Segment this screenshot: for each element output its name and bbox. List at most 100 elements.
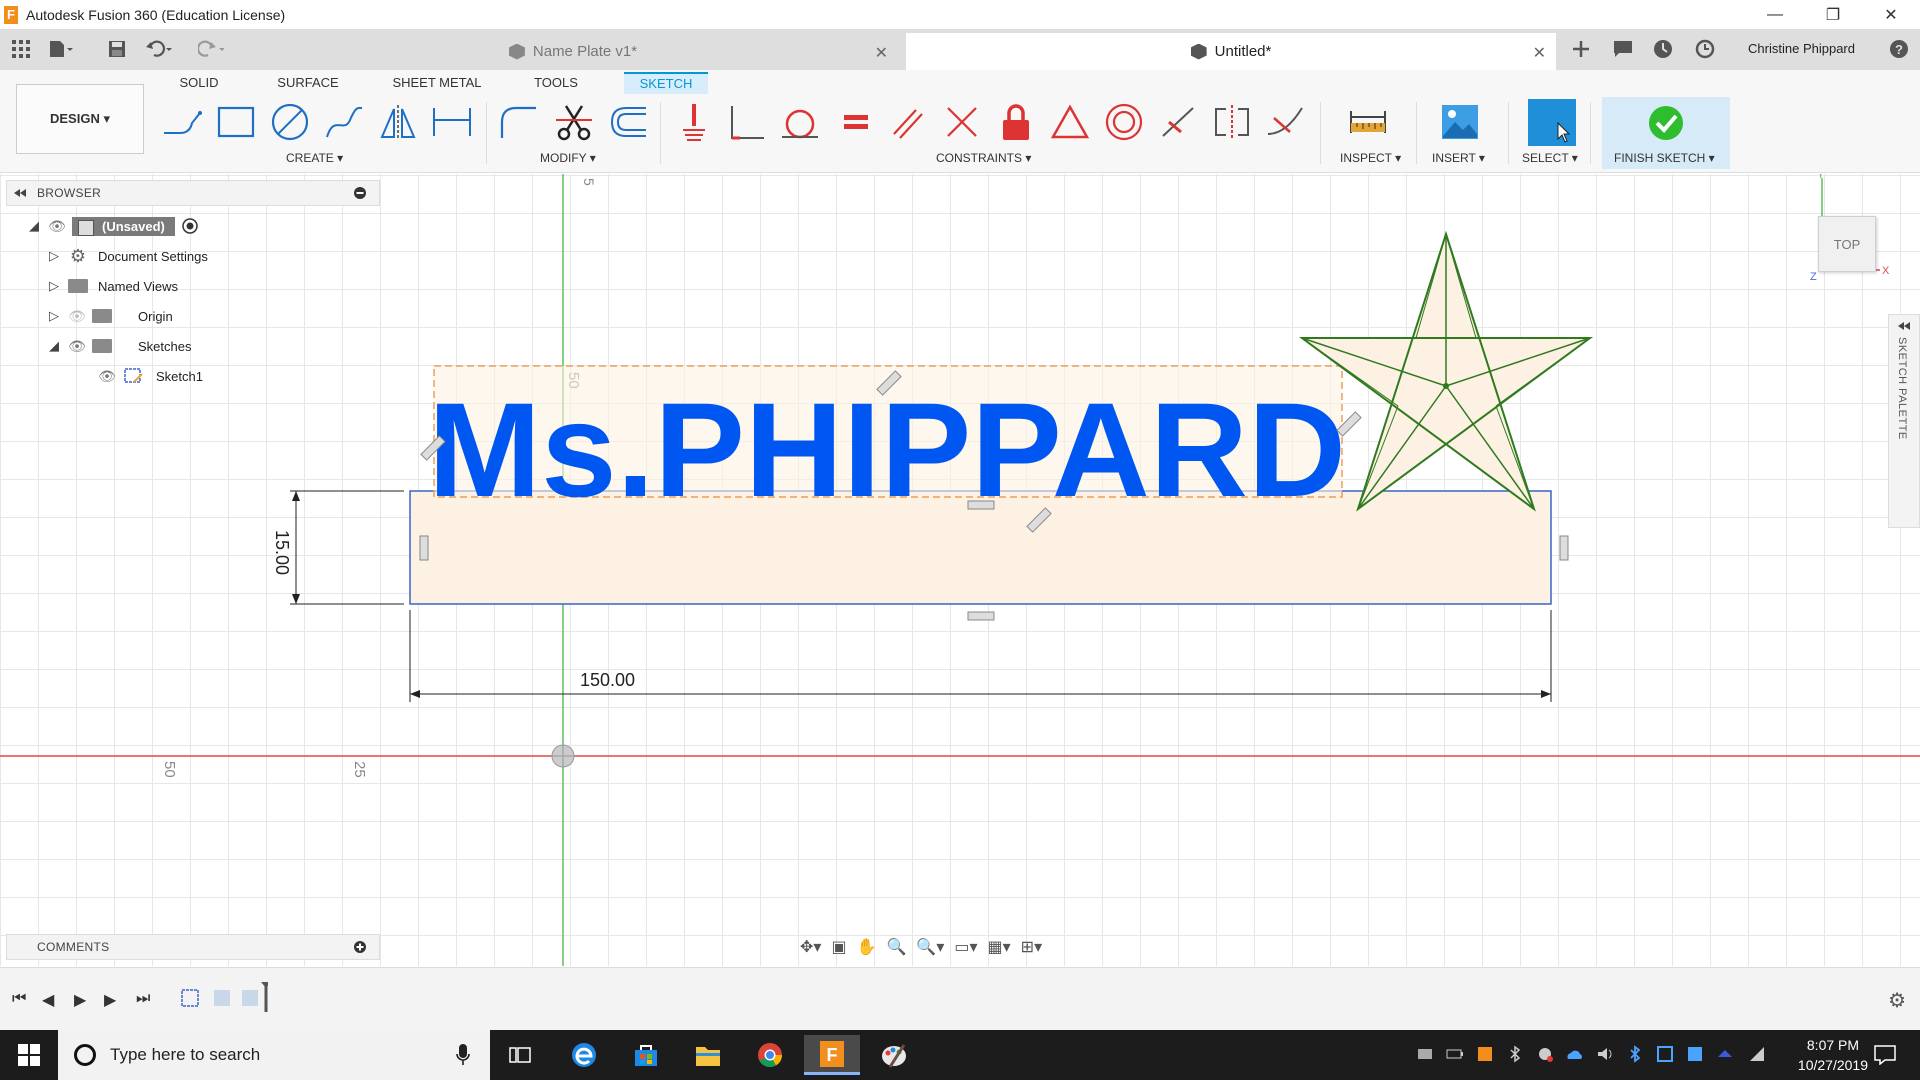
- undo-icon[interactable]: [146, 37, 172, 61]
- tray-app3-icon[interactable]: [1716, 1045, 1734, 1063]
- grid-settings-icon[interactable]: ▦▾: [988, 937, 1011, 957]
- taskbar-clock[interactable]: 8:07 PM 10/27/2019: [1798, 1035, 1868, 1075]
- fusion360-taskbar-icon[interactable]: F: [804, 1035, 860, 1075]
- tree-root-unsaved[interactable]: ◢ 👁 (Unsaved): [26, 215, 199, 237]
- tray-bluetooth-icon[interactable]: [1626, 1045, 1644, 1063]
- close-window-button[interactable]: ✕: [1862, 0, 1920, 29]
- task-view-icon[interactable]: [492, 1035, 548, 1075]
- spline-tool-icon[interactable]: [322, 100, 366, 144]
- minimize-button[interactable]: —: [1746, 0, 1804, 29]
- insert-image-icon[interactable]: [1438, 100, 1482, 144]
- visibility-eye-icon[interactable]: 👁: [68, 338, 86, 355]
- tray-app2-icon[interactable]: [1656, 1045, 1674, 1063]
- tab-tools[interactable]: TOOLS: [526, 72, 586, 94]
- midpoint-constraint-icon[interactable]: [1156, 100, 1200, 144]
- fillet-tool-icon[interactable]: [496, 100, 540, 144]
- fix-constraint-icon[interactable]: [672, 100, 716, 144]
- mirror-tool-icon[interactable]: [376, 100, 420, 144]
- file-explorer-icon[interactable]: [680, 1035, 736, 1075]
- expand-triangle-icon[interactable]: ▷: [46, 248, 62, 264]
- select-tool-icon[interactable]: [1528, 99, 1576, 146]
- tab-sheet-metal[interactable]: SHEET METAL: [386, 72, 488, 94]
- finish-sketch-button[interactable]: FINISH SKETCH ▾: [1602, 97, 1730, 169]
- offset-tool-icon[interactable]: [606, 100, 650, 144]
- symmetry-constraint-icon[interactable]: [1210, 100, 1254, 144]
- height-dimension[interactable]: [290, 490, 404, 605]
- comments-panel-header[interactable]: COMMENTS: [6, 934, 380, 960]
- action-center-icon[interactable]: [1874, 1045, 1896, 1066]
- sketch-canvas[interactable]: 5 50 25 50 25 Ms.PHIPPARD: [0, 174, 1920, 966]
- constraints-menu[interactable]: CONSTRAINTS ▾: [936, 151, 1031, 165]
- tree-item-document-settings[interactable]: ▷ ⚙ Document Settings: [46, 245, 208, 267]
- step-back-icon[interactable]: ◀: [42, 990, 54, 1010]
- tree-item-sketch1[interactable]: 👁 Sketch1: [98, 365, 203, 387]
- parallel-constraint-icon[interactable]: [886, 100, 930, 144]
- height-dimension-value[interactable]: 15.00: [272, 530, 292, 575]
- tree-item-named-views[interactable]: ▷ Named Views: [46, 275, 178, 297]
- job-status-icon[interactable]: [1650, 37, 1676, 61]
- visibility-eye-icon[interactable]: 👁: [48, 218, 66, 235]
- redo-icon[interactable]: [198, 37, 224, 61]
- concentric-constraint-icon[interactable]: [1102, 100, 1146, 144]
- tree-item-origin[interactable]: ▷ 👁 Origin: [46, 305, 173, 327]
- help-icon[interactable]: ?: [1886, 37, 1912, 61]
- dimension-tool-icon[interactable]: [430, 100, 474, 144]
- minus-circle-icon[interactable]: [353, 186, 367, 200]
- expand-icon[interactable]: [1897, 321, 1911, 331]
- tray-fusion-icon[interactable]: [1476, 1045, 1494, 1063]
- sketch-text[interactable]: Ms.PHIPPARD: [428, 376, 1346, 525]
- file-menu-icon[interactable]: [48, 37, 74, 61]
- tab-close-icon[interactable]: ✕: [1533, 43, 1546, 63]
- play-icon[interactable]: ▶: [74, 990, 86, 1010]
- collapse-triangle-icon[interactable]: ◢: [46, 338, 62, 354]
- data-panel-grid-icon[interactable]: [8, 37, 34, 61]
- view-cube[interactable]: TOP: [1818, 216, 1876, 272]
- zoom-icon[interactable]: 🔍: [886, 937, 906, 957]
- look-at-icon[interactable]: ▣: [831, 937, 846, 957]
- edge-browser-icon[interactable]: [556, 1035, 612, 1075]
- trim-scissors-icon[interactable]: [552, 100, 596, 144]
- triangle-constraint-icon[interactable]: [1048, 100, 1092, 144]
- tab-close-icon[interactable]: ✕: [875, 43, 888, 63]
- pan-hand-icon[interactable]: ✋: [857, 937, 877, 957]
- maximize-button[interactable]: ❐: [1804, 0, 1862, 29]
- tray-bluetooth-b-icon[interactable]: [1506, 1045, 1524, 1063]
- hidden-eye-icon[interactable]: 👁: [68, 308, 86, 325]
- tray-wifi-icon[interactable]: [1748, 1045, 1766, 1063]
- new-tab-plus-icon[interactable]: [1568, 37, 1594, 61]
- timeline-settings-gear-icon[interactable]: ⚙: [1888, 988, 1906, 1013]
- fit-zoom-icon[interactable]: 🔍▾: [916, 937, 944, 957]
- expand-triangle-icon[interactable]: ▷: [46, 278, 62, 294]
- tab-solid[interactable]: SOLID: [168, 72, 230, 94]
- chrome-icon[interactable]: [742, 1035, 798, 1075]
- store-icon[interactable]: [618, 1035, 674, 1075]
- modify-menu[interactable]: MODIFY ▾: [540, 151, 596, 165]
- inspect-menu[interactable]: INSPECT ▾: [1340, 151, 1401, 165]
- expand-triangle-icon[interactable]: ▷: [46, 308, 62, 324]
- timeline-features[interactable]: [178, 982, 268, 1018]
- tray-onedrive-icon[interactable]: [1566, 1045, 1584, 1063]
- save-icon[interactable]: [104, 37, 130, 61]
- display-settings-icon[interactable]: ▭▾: [954, 937, 977, 957]
- history-clock-icon[interactable]: [1692, 37, 1718, 61]
- tab-name-plate[interactable]: Name Plate v1* ✕: [248, 33, 898, 70]
- taskbar-search-box[interactable]: Type here to search: [58, 1030, 490, 1080]
- tab-surface[interactable]: SURFACE: [268, 72, 348, 94]
- go-to-end-icon[interactable]: ⏭: [136, 990, 150, 1008]
- tray-battery-icon[interactable]: [1446, 1045, 1464, 1063]
- design-workspace-button[interactable]: DESIGN ▾: [16, 84, 144, 154]
- create-menu[interactable]: CREATE ▾: [286, 151, 343, 165]
- curvature-constraint-icon[interactable]: [1264, 100, 1308, 144]
- tab-untitled[interactable]: Untitled* ✕: [906, 33, 1556, 70]
- tab-sketch[interactable]: SKETCH: [624, 72, 708, 94]
- tree-item-sketches[interactable]: ◢ 👁 Sketches: [46, 335, 191, 357]
- circle-tool-icon[interactable]: [268, 100, 312, 144]
- width-dimension-value[interactable]: 150.00: [580, 670, 635, 690]
- tray-volume-icon[interactable]: [1596, 1045, 1614, 1063]
- equal-constraint-icon[interactable]: [834, 100, 878, 144]
- rectangle-tool-icon[interactable]: [214, 100, 258, 144]
- tray-help-icon[interactable]: [1686, 1045, 1704, 1063]
- tangent-constraint-icon[interactable]: [778, 100, 822, 144]
- start-button[interactable]: [0, 1030, 58, 1080]
- line-tool-icon[interactable]: [160, 100, 204, 144]
